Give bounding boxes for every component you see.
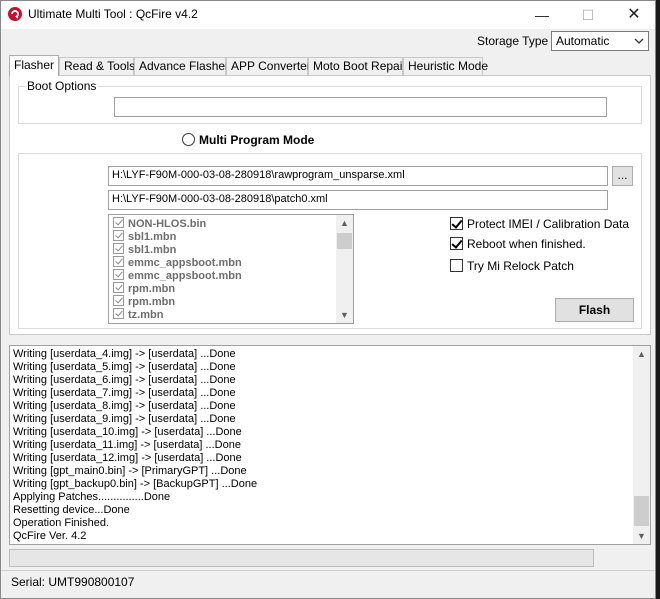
log-line: Writing [userdata_6.img] -> [userdata] .… xyxy=(13,374,236,386)
checkbox-icon[interactable] xyxy=(450,217,463,230)
qualcomm-logo-icon xyxy=(8,7,22,21)
log-line: Resetting device...Done xyxy=(13,504,130,516)
app-window: Ultimate Multi Tool : QcFire v4.2 — ☐ ✕ … xyxy=(0,0,656,599)
window-title: Ultimate Multi Tool : QcFire v4.2 xyxy=(28,7,198,21)
storage-type-value: Automatic xyxy=(556,34,610,48)
checkbox-icon[interactable] xyxy=(113,217,124,228)
protect-imei-label: Protect IMEI / Calibration Data xyxy=(467,217,630,231)
storage-type-label: Storage Type xyxy=(477,34,549,48)
log-line: Writing [userdata_8.img] -> [userdata] .… xyxy=(13,400,236,412)
log-line: Writing [userdata_4.img] -> [userdata] .… xyxy=(13,348,236,360)
log-line: Operation Finished. xyxy=(13,517,109,529)
background-edge xyxy=(656,0,660,599)
radio-button-icon xyxy=(182,133,195,146)
log-line: Writing [gpt_backup0.bin] -> [BackupGPT]… xyxy=(13,478,258,490)
progress-bar xyxy=(9,549,594,567)
title-bar[interactable]: Ultimate Multi Tool : QcFire v4.2 — ☐ ✕ xyxy=(1,1,655,29)
list-item[interactable]: NON-HLOS.bin xyxy=(113,217,206,230)
scroll-thumb[interactable] xyxy=(634,496,649,526)
reboot-when-finished-label: Reboot when finished. xyxy=(467,237,586,251)
scroll-thumb[interactable] xyxy=(337,233,352,249)
close-button[interactable]: ✕ xyxy=(611,1,657,29)
list-item[interactable]: sbl1.mbn xyxy=(113,243,176,256)
log-line: QcFire Ver. 4.2 xyxy=(13,530,87,542)
scroll-up-icon[interactable]: ▲ xyxy=(633,346,650,362)
tab-heuristic-mode[interactable]: Heuristic Mode xyxy=(403,57,488,75)
log-line: Writing [userdata_7.img] -> [userdata] .… xyxy=(13,387,236,399)
chevron-down-icon xyxy=(634,38,644,44)
log-line: Writing [userdata_10.img] -> [userdata] … xyxy=(13,426,242,438)
flasher-panel: Boot Options Multi Program Mode H:\LYF-F… xyxy=(9,75,651,335)
tab-advance-flasher[interactable]: Advance Flasher xyxy=(134,57,229,75)
log-output[interactable]: Writing [userdata_4.img] -> [userdata] .… xyxy=(9,345,651,545)
checkbox-icon[interactable] xyxy=(113,295,124,306)
checkbox-icon[interactable] xyxy=(113,308,124,319)
protect-imei-checkbox[interactable]: Protect IMEI / Calibration Data xyxy=(450,217,629,231)
mi-relock-patch-checkbox[interactable]: Try Mi Relock Patch xyxy=(450,259,574,273)
multi-program-mode-label: Multi Program Mode xyxy=(199,133,315,147)
list-item[interactable]: tz.mbn xyxy=(113,308,163,321)
boot-options-input[interactable] xyxy=(114,97,607,117)
tab-moto-boot-repair[interactable]: Moto Boot Repair xyxy=(308,57,406,75)
patch-path-input[interactable]: H:\LYF-F90M-000-03-08-280918\patch0.xml xyxy=(108,190,608,210)
log-line: Writing [userdata_12.img] -> [userdata] … xyxy=(13,452,242,464)
tab-app-converter[interactable]: APP Converter xyxy=(226,57,311,75)
list-item[interactable]: rpm.mbn xyxy=(113,282,175,295)
log-line: Writing [userdata_5.img] -> [userdata] .… xyxy=(13,361,236,373)
storage-type-select[interactable]: Automatic xyxy=(551,31,649,51)
list-item[interactable]: rpm.mbn xyxy=(113,295,175,308)
checkbox-icon[interactable] xyxy=(113,282,124,293)
list-item[interactable]: sbl1.mbn xyxy=(113,230,176,243)
partition-file-list[interactable]: NON-HLOS.bin sbl1.mbn sbl1.mbn emmc_apps… xyxy=(108,214,354,324)
list-item[interactable]: emmc_appsboot.mbn xyxy=(113,256,242,269)
minimize-button[interactable]: — xyxy=(519,1,565,29)
scroll-up-icon[interactable]: ▲ xyxy=(336,215,353,231)
checkbox-icon[interactable] xyxy=(113,256,124,267)
tab-read-tools[interactable]: Read & Tools xyxy=(59,57,135,75)
checkbox-icon[interactable] xyxy=(113,230,124,241)
scroll-down-icon[interactable]: ▼ xyxy=(633,528,650,544)
checkbox-icon[interactable] xyxy=(450,237,463,250)
boot-options-label: Boot Options xyxy=(25,79,99,93)
browse-button[interactable]: ... xyxy=(612,166,633,186)
log-line: Applying Patches...............Done xyxy=(13,491,171,503)
scroll-down-icon[interactable]: ▼ xyxy=(336,307,353,323)
checkbox-icon[interactable] xyxy=(113,269,124,280)
log-line: Writing [userdata_9.img] -> [userdata] .… xyxy=(13,413,236,425)
rawprogram-path-input[interactable]: H:\LYF-F90M-000-03-08-280918\rawprogram_… xyxy=(108,166,608,186)
checkbox-icon[interactable] xyxy=(450,259,463,272)
log-scrollbar[interactable]: ▲ ▼ xyxy=(633,346,650,544)
list-scrollbar[interactable]: ▲ ▼ xyxy=(336,215,353,323)
reboot-when-finished-checkbox[interactable]: Reboot when finished. xyxy=(450,237,586,251)
status-divider xyxy=(1,570,655,571)
log-line: Writing [gpt_main0.bin] -> [PrimaryGPT] … xyxy=(13,465,247,477)
serial-status: Serial: UMT990800107 xyxy=(11,575,135,589)
log-lines: Writing [userdata_4.img] -> [userdata] .… xyxy=(13,348,257,543)
multi-program-mode-radio[interactable]: Multi Program Mode xyxy=(182,133,314,147)
maximize-button[interactable]: ☐ xyxy=(565,1,611,29)
flash-button[interactable]: Flash xyxy=(555,298,634,322)
boot-options-group: Boot Options xyxy=(18,79,642,124)
checkbox-icon[interactable] xyxy=(113,243,124,254)
list-item[interactable]: emmc_appsboot.mbn xyxy=(113,269,242,282)
tab-flasher[interactable]: Flasher xyxy=(9,55,59,76)
mi-relock-patch-label: Try Mi Relock Patch xyxy=(467,259,574,273)
log-line: Writing [userdata_11.img] -> [userdata] … xyxy=(13,439,241,451)
